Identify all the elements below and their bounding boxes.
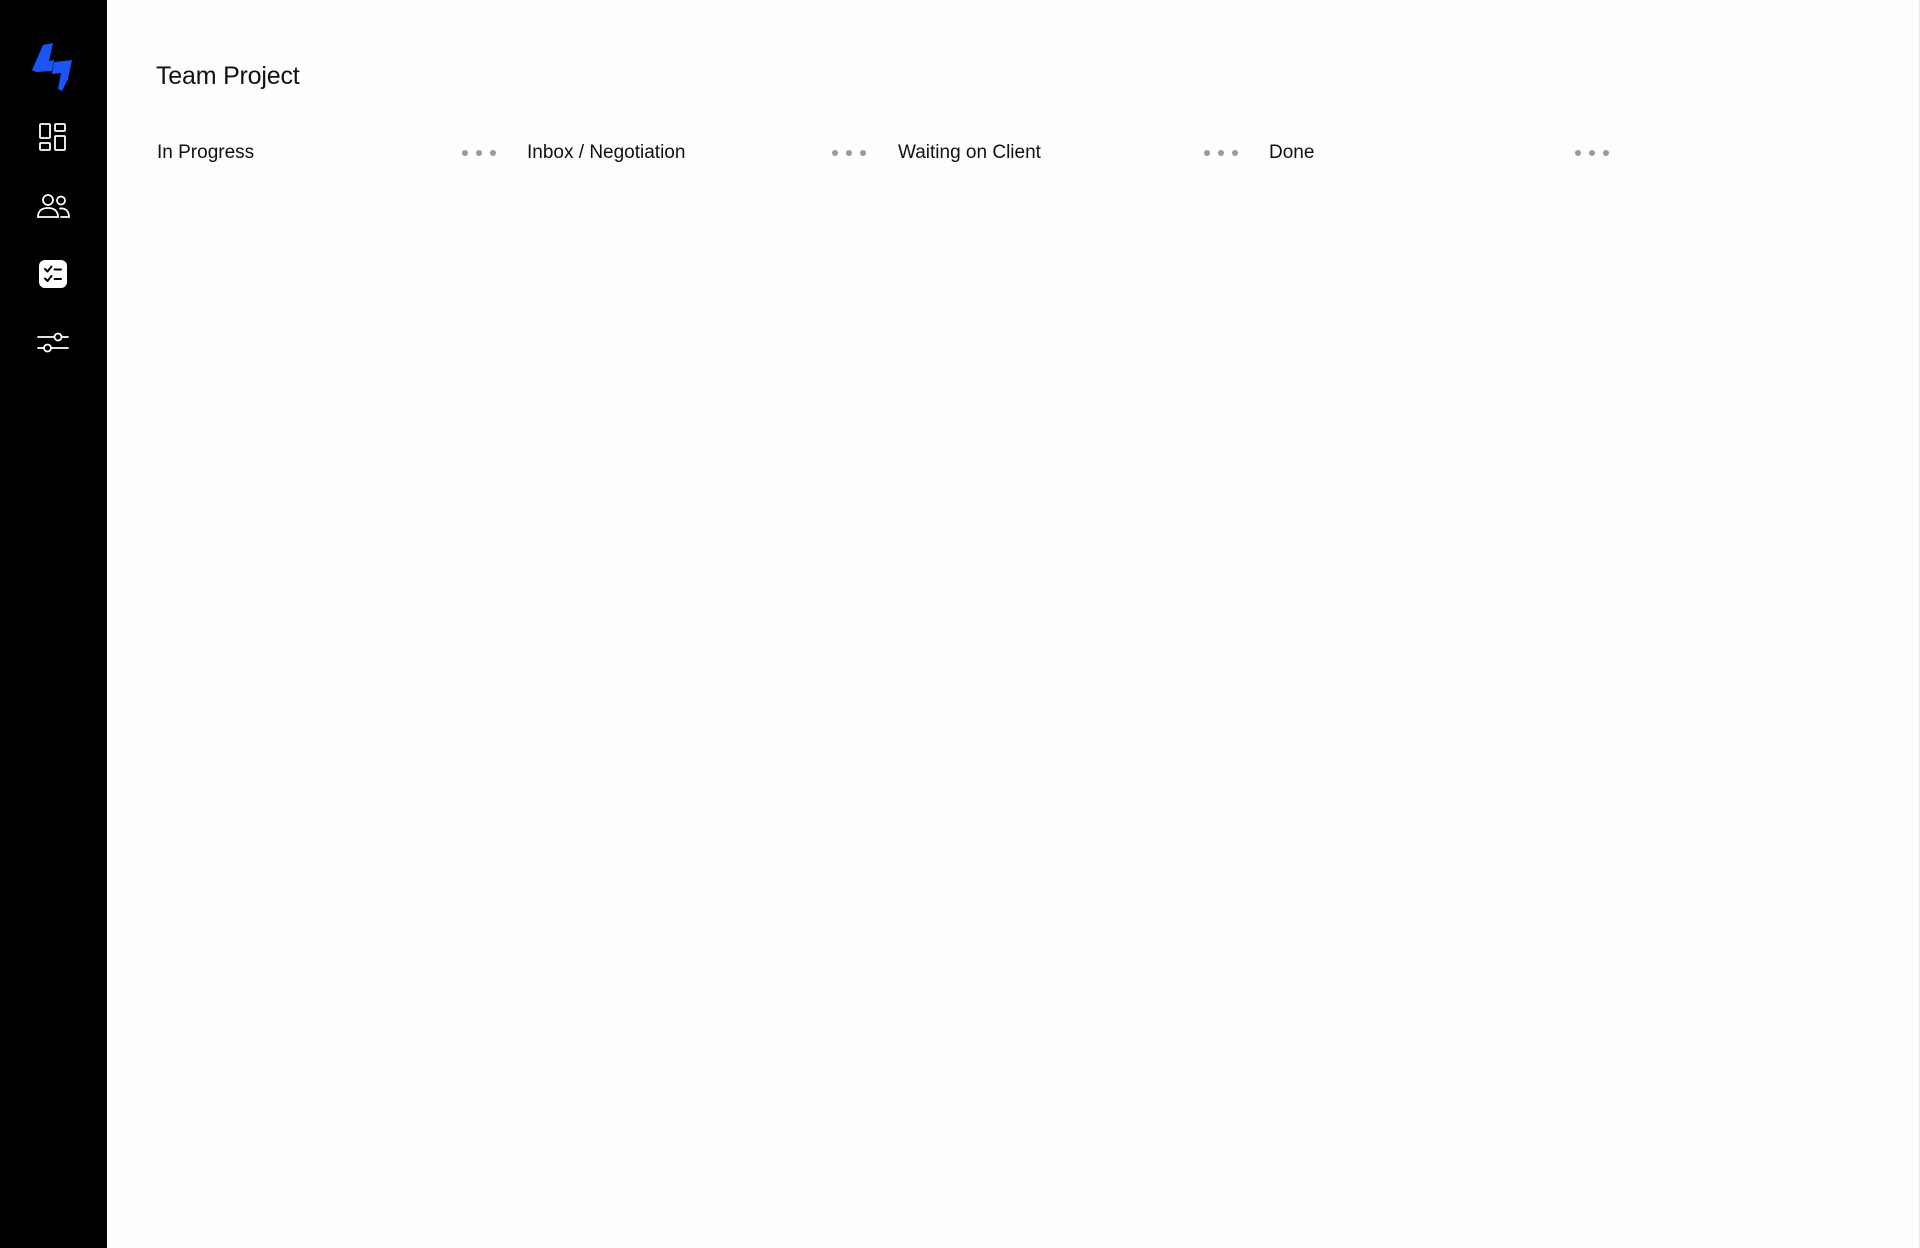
bolt-logo-icon[interactable] <box>32 43 74 91</box>
sidebar-item-tasks[interactable] <box>33 256 73 296</box>
column-title: Waiting on Client <box>898 142 1041 163</box>
more-horizontal-icon[interactable] <box>1575 142 1609 164</box>
main-content: Team Project In Progress Inbox / Negotia… <box>107 0 1920 1248</box>
checklist-icon <box>38 259 68 294</box>
users-icon <box>35 192 71 225</box>
sidebar <box>0 0 107 1248</box>
column-header-in-progress: In Progress <box>157 138 497 168</box>
more-horizontal-icon[interactable] <box>832 142 866 164</box>
sidebar-item-team[interactable] <box>33 188 73 228</box>
sidebar-item-dashboard[interactable] <box>33 119 73 159</box>
column-header-waiting-on-client: Waiting on Client <box>898 138 1238 168</box>
column-title: Inbox / Negotiation <box>527 142 686 163</box>
column-header-done: Done <box>1269 138 1609 168</box>
sliders-icon <box>37 328 69 361</box>
dashboard-grid-icon <box>38 122 68 157</box>
app-window: Team Project In Progress Inbox / Negotia… <box>0 0 1920 1248</box>
board-columns: In Progress Inbox / Negotiation Waiting … <box>157 138 1637 168</box>
column-title: Done <box>1269 142 1315 163</box>
column-title: In Progress <box>157 142 255 163</box>
sidebar-item-settings[interactable] <box>33 324 73 364</box>
more-horizontal-icon[interactable] <box>1204 142 1238 164</box>
page-title: Team Project <box>156 62 300 90</box>
column-header-inbox-negotiation: Inbox / Negotiation <box>527 138 867 168</box>
more-horizontal-icon[interactable] <box>462 142 496 164</box>
